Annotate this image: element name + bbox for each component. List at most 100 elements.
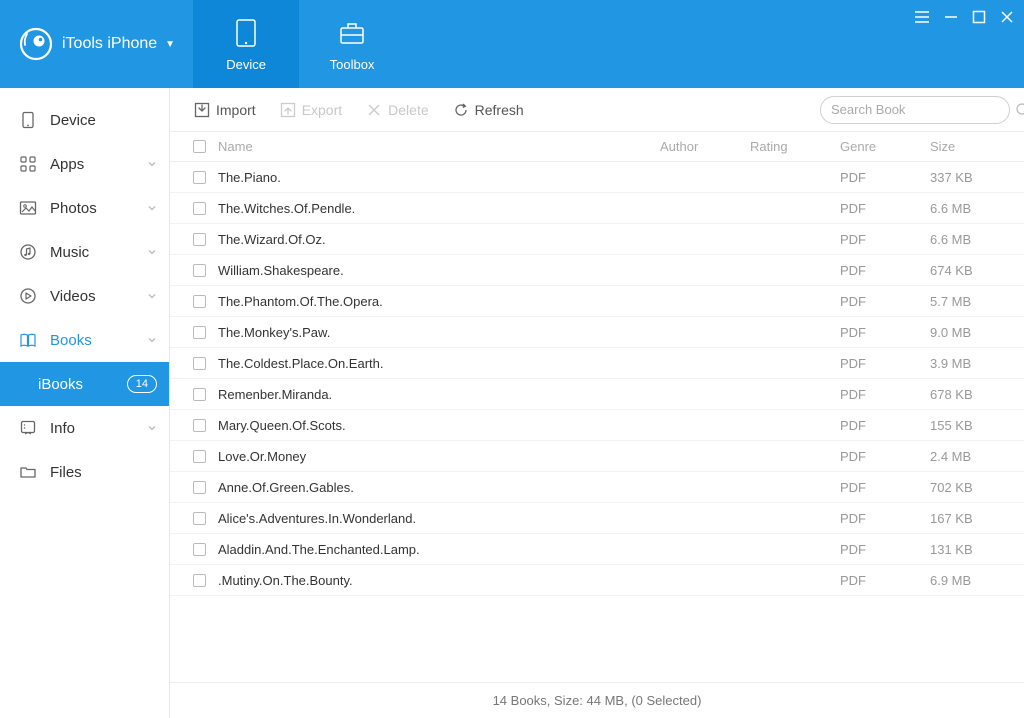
select-all-checkbox[interactable] [193, 140, 206, 153]
caret-down-icon: ▼ [165, 39, 175, 50]
refresh-icon [453, 102, 469, 118]
row-checkbox[interactable] [193, 326, 206, 339]
app-logo-icon [18, 26, 54, 62]
apps-icon [18, 154, 38, 174]
table-row[interactable]: Mary.Queen.Of.Scots. PDF 155 KB [170, 410, 1024, 441]
statusbar-text: 14 Books, Size: 44 MB, (0 Selected) [493, 693, 702, 708]
row-checkbox[interactable] [193, 512, 206, 525]
table-row[interactable]: Remenber.Miranda. PDF 678 KB [170, 379, 1024, 410]
cell-name: The.Coldest.Place.On.Earth. [214, 356, 660, 371]
col-author-header[interactable]: Author [660, 139, 750, 154]
window-controls [914, 10, 1014, 24]
cell-genre: PDF [840, 294, 930, 309]
cell-size: 674 KB [930, 263, 1010, 278]
cell-size: 702 KB [930, 480, 1010, 495]
cell-name: The.Wizard.Of.Oz. [214, 232, 660, 247]
chevron-down-icon [147, 335, 157, 345]
sidebar-item-books[interactable]: Books [0, 318, 169, 362]
cell-genre: PDF [840, 480, 930, 495]
row-checkbox[interactable] [193, 202, 206, 215]
row-checkbox[interactable] [193, 171, 206, 184]
row-checkbox[interactable] [193, 419, 206, 432]
cell-size: 337 KB [930, 170, 1010, 185]
cell-size: 155 KB [930, 418, 1010, 433]
sidebar-item-apps[interactable]: Apps [0, 142, 169, 186]
cell-name: Aladdin.And.The.Enchanted.Lamp. [214, 542, 660, 557]
sidebar-item-label: Music [50, 244, 147, 261]
files-icon [18, 462, 38, 482]
close-icon[interactable] [1000, 10, 1014, 24]
col-name-header[interactable]: Name [214, 139, 660, 154]
col-size-header[interactable]: Size [930, 139, 1010, 154]
sidebar-item-device[interactable]: Device [0, 98, 169, 142]
import-button[interactable]: Import [184, 98, 266, 122]
table-row[interactable]: Aladdin.And.The.Enchanted.Lamp. PDF 131 … [170, 534, 1024, 565]
row-checkbox[interactable] [193, 233, 206, 246]
table-row[interactable]: The.Phantom.Of.The.Opera. PDF 5.7 MB [170, 286, 1024, 317]
sidebar-item-files[interactable]: Files [0, 450, 169, 494]
row-checkbox[interactable] [193, 450, 206, 463]
col-rating-header[interactable]: Rating [750, 139, 840, 154]
music-icon [18, 242, 38, 262]
search-input[interactable] [831, 102, 1007, 117]
chevron-down-icon [147, 291, 157, 301]
row-checkbox[interactable] [193, 264, 206, 277]
cell-genre: PDF [840, 573, 930, 588]
sidebar-item-videos[interactable]: Videos [0, 274, 169, 318]
table-row[interactable]: The.Wizard.Of.Oz. PDF 6.6 MB [170, 224, 1024, 255]
sidebar-item-music[interactable]: Music [0, 230, 169, 274]
search-box[interactable] [820, 96, 1010, 124]
cell-size: 9.0 MB [930, 325, 1010, 340]
cell-name: The.Phantom.Of.The.Opera. [214, 294, 660, 309]
chevron-down-icon [147, 423, 157, 433]
cell-genre: PDF [840, 542, 930, 557]
minimize-icon[interactable] [944, 10, 958, 24]
delete-button[interactable]: Delete [356, 98, 438, 122]
table-row[interactable]: Anne.Of.Green.Gables. PDF 702 KB [170, 472, 1024, 503]
sidebar-item-photos[interactable]: Photos [0, 186, 169, 230]
maximize-icon[interactable] [972, 10, 986, 24]
row-checkbox[interactable] [193, 481, 206, 494]
cell-genre: PDF [840, 511, 930, 526]
row-checkbox[interactable] [193, 357, 206, 370]
refresh-button[interactable]: Refresh [443, 98, 534, 122]
sidebar-item-info[interactable]: Info [0, 406, 169, 450]
sidebar-item-label: iBooks [38, 376, 127, 393]
col-genre-header[interactable]: Genre [840, 139, 930, 154]
import-icon [194, 102, 210, 118]
export-button[interactable]: Export [270, 98, 352, 122]
row-checkbox[interactable] [193, 388, 206, 401]
menu-icon[interactable] [914, 10, 930, 24]
toolbar: Import Export Delete Refresh [170, 88, 1024, 132]
table-row[interactable]: William.Shakespeare. PDF 674 KB [170, 255, 1024, 286]
cell-genre: PDF [840, 449, 930, 464]
row-checkbox[interactable] [193, 295, 206, 308]
refresh-label: Refresh [475, 102, 524, 118]
table-row[interactable]: The.Coldest.Place.On.Earth. PDF 3.9 MB [170, 348, 1024, 379]
delete-icon [366, 102, 382, 118]
row-checkbox[interactable] [193, 574, 206, 587]
chevron-down-icon [147, 159, 157, 169]
cell-size: 3.9 MB [930, 356, 1010, 371]
brand-text: iTools iPhone [62, 35, 157, 53]
device-icon [230, 17, 262, 49]
cell-size: 167 KB [930, 511, 1010, 526]
table-row[interactable]: The.Witches.Of.Pendle. PDF 6.6 MB [170, 193, 1024, 224]
chevron-down-icon [147, 203, 157, 213]
tab-toolbox[interactable]: Toolbox [299, 0, 405, 88]
sidebar-item-ibooks[interactable]: iBooks14 [0, 362, 169, 406]
sidebar-item-label: Photos [50, 200, 147, 217]
table-row[interactable]: .Mutiny.On.The.Bounty. PDF 6.9 MB [170, 565, 1024, 596]
table-row[interactable]: Love.Or.Money PDF 2.4 MB [170, 441, 1024, 472]
import-label: Import [216, 102, 256, 118]
table-row[interactable]: The.Piano. PDF 337 KB [170, 162, 1024, 193]
cell-size: 5.7 MB [930, 294, 1010, 309]
cell-size: 678 KB [930, 387, 1010, 402]
table-row[interactable]: The.Monkey's.Paw. PDF 9.0 MB [170, 317, 1024, 348]
tab-device[interactable]: Device [193, 0, 299, 88]
row-checkbox[interactable] [193, 543, 206, 556]
brand-selector[interactable]: iTools iPhone ▼ [0, 0, 193, 88]
cell-size: 6.6 MB [930, 232, 1010, 247]
sidebar-item-label: Videos [50, 288, 147, 305]
table-row[interactable]: Alice's.Adventures.In.Wonderland. PDF 16… [170, 503, 1024, 534]
